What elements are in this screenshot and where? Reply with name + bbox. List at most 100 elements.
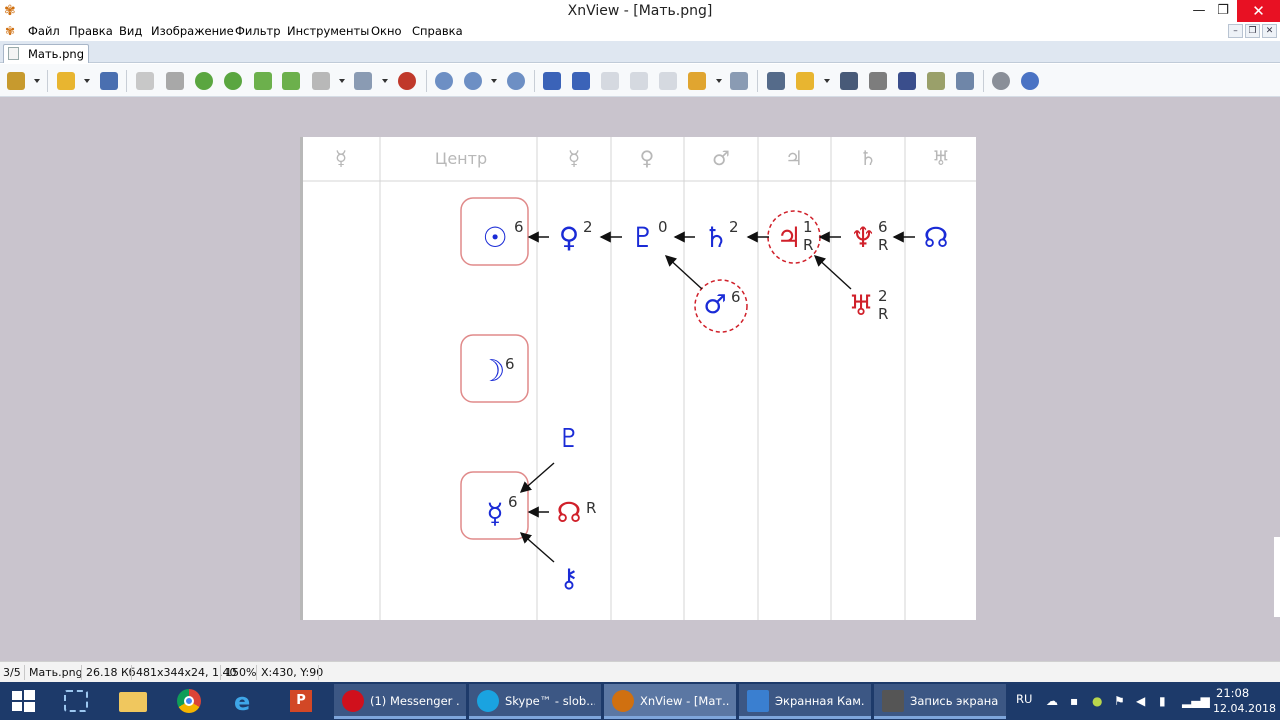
zoom-in-icon[interactable]: [435, 72, 453, 90]
menu-image[interactable]: Изображение: [151, 24, 234, 38]
clock-time[interactable]: 21:08: [1216, 686, 1249, 700]
next-icon[interactable]: [572, 72, 590, 90]
taskbar-skype[interactable]: Skype™ - slob...: [469, 684, 601, 719]
image-canvas[interactable]: ☿ Центр ☿ ♀ ♂ ♃ ♄ ♅ ☉ ♀ ♇ ♄ ♃ ♆ ☊ 6 2 0 …: [300, 137, 976, 620]
capture-icon[interactable]: [927, 72, 945, 90]
jupiter-glyph: ♃: [776, 221, 801, 254]
mercury-number: 6: [508, 493, 518, 511]
maximize-button[interactable]: ❐: [1208, 0, 1238, 22]
rotate-right-icon[interactable]: [224, 72, 242, 90]
zoom-out-icon[interactable]: [507, 72, 525, 90]
column-header: ♄: [859, 146, 877, 170]
column-header: ♅: [932, 146, 950, 170]
neptune-retro: R: [878, 236, 888, 254]
taskbar-screen-camera[interactable]: Экранная Кам...: [739, 684, 871, 719]
clock-date[interactable]: 12.04.2018: [1213, 702, 1276, 715]
file-icon: [8, 47, 19, 60]
taskbar-xnview[interactable]: XnView - [Мат...: [604, 684, 736, 719]
browser-icon[interactable]: [7, 72, 25, 90]
opera-icon: [342, 690, 364, 712]
pluto-number: 0: [658, 218, 668, 236]
venus-glyph: ♀: [559, 221, 580, 254]
mdi-minimize-button[interactable]: –: [1228, 24, 1243, 38]
file-explorer-icon[interactable]: [106, 682, 158, 720]
previous-icon[interactable]: [543, 72, 561, 90]
dropdown-arrow-icon[interactable]: [84, 79, 90, 83]
adjust-icon[interactable]: [354, 72, 372, 90]
column-header-center: Центр: [435, 149, 487, 168]
powerpoint-icon[interactable]: P: [274, 682, 326, 720]
export-icon[interactable]: [796, 72, 814, 90]
monitor-icon: [747, 690, 769, 712]
saturn-glyph: ♄: [703, 221, 728, 254]
internet-explorer-icon[interactable]: e: [218, 682, 270, 720]
menu-help[interactable]: Справка: [412, 24, 463, 38]
mdi-close-button[interactable]: ✕: [1262, 24, 1277, 38]
print-icon[interactable]: [869, 72, 887, 90]
open-folder-icon[interactable]: [57, 72, 75, 90]
menu-window[interactable]: Окно: [371, 24, 402, 38]
snipping-tool-icon[interactable]: [50, 682, 102, 720]
dropdown-arrow-icon[interactable]: [716, 79, 722, 83]
menu-file[interactable]: Файл: [28, 24, 60, 38]
image-viewer-area[interactable]: ☿ Центр ☿ ♀ ♂ ♃ ♄ ♅ ☉ ♀ ♇ ♄ ♃ ♆ ☊ 6 2 0 …: [0, 97, 1280, 661]
xnview-menu-icon[interactable]: ✾: [5, 24, 15, 38]
scanner-icon[interactable]: [898, 72, 916, 90]
windows-logo-icon: [12, 690, 35, 712]
menu-view[interactable]: Вид: [119, 24, 142, 38]
menu-filter[interactable]: Фильтр: [235, 24, 281, 38]
find-icon[interactable]: [840, 72, 858, 90]
menu-tools[interactable]: Инструменты: [287, 24, 369, 38]
crop-icon[interactable]: [166, 72, 184, 90]
column-header: ♂: [712, 146, 730, 170]
save-icon[interactable]: [100, 72, 118, 90]
dropdown-arrow-icon[interactable]: [382, 79, 388, 83]
start-button[interactable]: [0, 682, 46, 720]
tab-image-file[interactable]: Мать.png: [3, 44, 89, 63]
status-bar: 3/5 Мать.png 26.18 Кб 481x344x24, 1.40 1…: [0, 661, 1280, 682]
flag-icon[interactable]: ⚑: [1114, 694, 1125, 708]
last-icon[interactable]: [630, 72, 648, 90]
flip-icon[interactable]: [254, 72, 272, 90]
fullscreen-icon[interactable]: [767, 72, 785, 90]
dropdown-arrow-icon[interactable]: [339, 79, 345, 83]
slideshow-icon[interactable]: [688, 72, 706, 90]
moon-glyph: ☽: [479, 354, 506, 389]
power-icon[interactable]: ▮: [1159, 694, 1166, 708]
close-button[interactable]: ✕: [1237, 0, 1280, 22]
resize-icon[interactable]: [312, 72, 330, 90]
settings-icon[interactable]: [992, 72, 1010, 90]
lunar-node-retro: R: [586, 499, 596, 517]
dropdown-arrow-icon[interactable]: [34, 79, 40, 83]
dropdown-arrow-icon[interactable]: [491, 79, 497, 83]
info-icon[interactable]: [1021, 72, 1039, 90]
taskbar: e P (1) Messenger ... Skype™ - slob... X…: [0, 682, 1280, 720]
zoom-icon[interactable]: [464, 72, 482, 90]
compare-icon[interactable]: [730, 72, 748, 90]
title-bar: ✾ XnView - [Мать.png] — ❐ ✕: [0, 0, 1280, 22]
undo-icon[interactable]: [136, 72, 154, 90]
rotate-left-icon[interactable]: [195, 72, 213, 90]
cloud-icon[interactable]: ☁: [1046, 694, 1058, 708]
menu-bar: ✾ Файл Правка Вид Изображение Фильтр Инс…: [0, 22, 1280, 41]
taskbar-opera-messenger[interactable]: (1) Messenger ...: [334, 684, 466, 719]
status-dimensions: 481x344x24, 1.40: [136, 666, 237, 679]
effects-icon[interactable]: [398, 72, 416, 90]
first-icon[interactable]: [601, 72, 619, 90]
status-zoom: 150%: [225, 666, 257, 679]
volume-icon[interactable]: ◀: [1136, 694, 1145, 708]
taskbar-screen-recording[interactable]: Запись экрана: [874, 684, 1006, 719]
menu-edit[interactable]: Правка: [69, 24, 113, 38]
language-indicator[interactable]: RU: [1016, 692, 1032, 706]
tray-app-icon[interactable]: ●: [1092, 694, 1102, 708]
saturn-number: 2: [729, 218, 739, 236]
chrome-icon[interactable]: [162, 682, 214, 720]
mars-number: 6: [731, 288, 741, 306]
image-icon[interactable]: [282, 72, 300, 90]
notes-icon[interactable]: ▪: [1070, 694, 1078, 708]
mdi-restore-button[interactable]: ❐: [1245, 24, 1260, 38]
copy-icon[interactable]: [659, 72, 677, 90]
wallpaper-icon[interactable]: [956, 72, 974, 90]
network-icon[interactable]: ▂▄▆: [1182, 694, 1210, 708]
dropdown-arrow-icon[interactable]: [824, 79, 830, 83]
